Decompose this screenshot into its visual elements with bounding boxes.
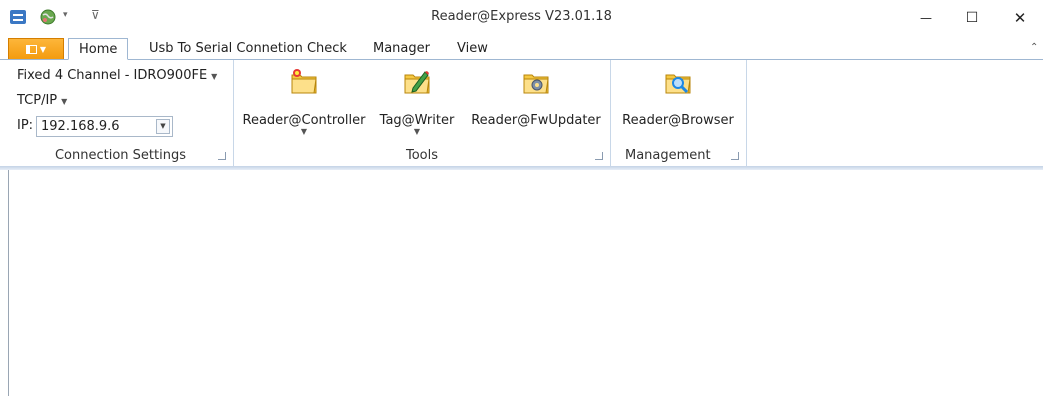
- minimize-icon: —: [920, 11, 932, 25]
- title-bar: ▾ ⊽ Reader@Express V23.01.18 — ☐ ✕: [0, 0, 1043, 36]
- tab-view[interactable]: View: [457, 38, 488, 60]
- ip-address-value[interactable]: 192.168.9.6: [41, 119, 120, 134]
- folder-gear-icon: [523, 74, 549, 94]
- reader-fwupdater-label: Reader@FwUpdater: [471, 113, 601, 128]
- reader-controller-label: Reader@Controller: [242, 113, 366, 128]
- tag-writer-label: Tag@Writer: [379, 113, 455, 128]
- ip-label: IP:: [17, 118, 34, 133]
- maximize-button[interactable]: ☐: [949, 0, 995, 36]
- collapse-ribbon-icon[interactable]: ⌃: [1030, 42, 1038, 53]
- window-title: Reader@Express V23.01.18: [431, 9, 612, 24]
- tab-manager[interactable]: Manager: [373, 38, 430, 60]
- chevron-down-icon: ▼: [413, 127, 421, 136]
- tag-writer-button[interactable]: Tag@Writer ▼: [374, 66, 460, 136]
- reader-browser-button[interactable]: Reader@Browser: [616, 66, 740, 128]
- minimize-button[interactable]: —: [903, 0, 949, 36]
- group-label-connection-settings: Connection Settings: [54, 148, 186, 163]
- device-label: Fixed 4 Channel - IDRO900FE: [17, 68, 208, 83]
- chevron-down-icon: ▼: [61, 97, 68, 106]
- app-menu-button[interactable]: ▼: [8, 38, 64, 60]
- protocol-label: TCP/IP: [17, 93, 58, 108]
- ip-address-combo[interactable]: 192.168.9.6 ▼: [36, 116, 173, 137]
- dialog-launcher-icon[interactable]: [218, 152, 226, 160]
- globe-icon[interactable]: [40, 9, 56, 25]
- group-label-tools: Tools: [405, 148, 439, 163]
- folder-pencil-icon: [404, 71, 430, 94]
- maximize-icon: ☐: [965, 10, 979, 26]
- reader-fwupdater-button[interactable]: Reader@FwUpdater: [467, 66, 605, 128]
- chevron-down-icon: ▼: [211, 72, 218, 81]
- menu-icon: [25, 45, 37, 54]
- dialog-launcher-icon[interactable]: [731, 152, 739, 160]
- folder-search-icon: [665, 74, 691, 94]
- quick-access-dropdown-icon[interactable]: ▾: [63, 10, 68, 20]
- dialog-launcher-icon[interactable]: [595, 152, 603, 160]
- close-icon: ✕: [1013, 9, 1027, 27]
- chevron-down-icon: ▼: [300, 127, 308, 136]
- group-label-management: Management: [625, 148, 711, 163]
- reader-controller-button[interactable]: Reader@Controller ▼: [240, 66, 368, 136]
- ip-dropdown-button[interactable]: ▼: [156, 119, 170, 134]
- reader-browser-label: Reader@Browser: [622, 113, 734, 128]
- folder-star-icon: [291, 69, 317, 94]
- chevron-down-icon: ▼: [39, 45, 47, 54]
- device-selector[interactable]: Fixed 4 Channel - IDRO900FE ▼: [17, 68, 217, 83]
- app-icon[interactable]: [10, 10, 26, 24]
- protocol-selector[interactable]: TCP/IP ▼: [17, 93, 67, 108]
- close-button[interactable]: ✕: [997, 0, 1043, 36]
- main-content-area[interactable]: [8, 170, 1043, 396]
- tab-usb-to-serial[interactable]: Usb To Serial Connetion Check: [149, 38, 347, 60]
- customize-quick-access-icon[interactable]: ⊽: [91, 8, 100, 22]
- tab-home[interactable]: Home: [68, 38, 129, 60]
